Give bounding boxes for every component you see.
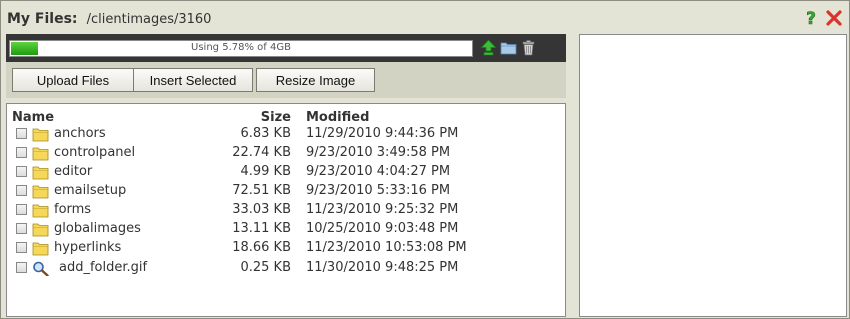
file-name[interactable]: add_folder.gif [59, 260, 147, 275]
title-label: My Files: [7, 11, 78, 27]
row-checkbox[interactable] [16, 223, 27, 234]
file-name[interactable]: controlpanel [54, 145, 135, 160]
current-path: /clientimages/3160 [86, 12, 212, 27]
file-modified: 9/23/2010 5:33:16 PM [306, 183, 451, 198]
storage-usage-text: Using 5.78% of 4GB [191, 42, 291, 53]
folder-icon [32, 203, 49, 218]
file-modified: 11/23/2010 9:25:32 PM [306, 202, 459, 217]
file-manager-window: My Files: /clientimages/3160 ? Using 5.7… [0, 0, 850, 319]
file-row[interactable]: add_folder.gif 0.25 KB 11/30/2010 9:48:25 … [7, 259, 565, 278]
row-checkbox[interactable] [16, 262, 27, 273]
file-name[interactable]: hyperlinks [54, 240, 121, 255]
column-header-modified[interactable]: Modified [306, 110, 369, 125]
row-checkbox[interactable] [16, 185, 27, 196]
file-modified: 11/30/2010 9:48:25 PM [306, 260, 459, 275]
file-row[interactable]: globalimages 13.11 KB 10/25/2010 9:03:48 P… [7, 220, 565, 239]
folder-icon [32, 165, 49, 180]
file-modified: 11/23/2010 10:53:08 PM [306, 240, 467, 255]
resize-image-button[interactable]: Resize Image [256, 68, 375, 92]
file-size: 72.51 KB [232, 183, 291, 198]
magnifier-icon [32, 261, 49, 277]
folder-icon [32, 184, 49, 199]
file-modified: 10/25/2010 9:03:48 PM [306, 221, 459, 236]
file-size: 22.74 KB [232, 145, 291, 160]
file-modified: 9/23/2010 4:04:27 PM [306, 164, 451, 179]
folder-icon [32, 146, 49, 161]
new-folder-icon[interactable] [500, 39, 517, 56]
file-size: 18.66 KB [232, 240, 291, 255]
column-header-name[interactable]: Name [12, 110, 54, 125]
svg-text:?: ? [806, 9, 816, 27]
row-checkbox[interactable] [16, 128, 27, 139]
file-name[interactable]: anchors [54, 126, 106, 141]
file-row[interactable]: hyperlinks 18.66 KB 11/23/2010 10:53:08 PM [7, 239, 565, 258]
preview-pane [579, 34, 847, 317]
file-size: 6.83 KB [240, 126, 291, 141]
row-checkbox[interactable] [16, 242, 27, 253]
file-name[interactable]: editor [54, 164, 92, 179]
row-checkbox[interactable] [16, 166, 27, 177]
column-header-size[interactable]: Size [227, 110, 291, 125]
file-row[interactable]: anchors 6.83 KB 11/29/2010 9:44:36 PM [7, 125, 565, 144]
storage-toolbar: Using 5.78% of 4GB [6, 34, 566, 62]
help-icon[interactable]: ? [802, 9, 820, 27]
file-size: 0.25 KB [240, 260, 291, 275]
file-size: 4.99 KB [240, 164, 291, 179]
file-name[interactable]: forms [54, 202, 91, 217]
upload-files-button[interactable]: Upload Files [12, 68, 134, 92]
file-size: 13.11 KB [232, 221, 291, 236]
file-size: 33.03 KB [232, 202, 291, 217]
file-name[interactable]: emailsetup [54, 183, 126, 198]
folder-icon [32, 127, 49, 142]
file-list: Name Size Modified anchors 6.83 KB 11/29/2… [6, 103, 566, 317]
close-icon[interactable] [825, 9, 843, 27]
action-button-row: Upload Files Insert Selected Resize Imag… [6, 62, 566, 98]
file-modified: 11/29/2010 9:44:36 PM [306, 126, 459, 141]
folder-icon [32, 241, 49, 256]
file-name[interactable]: globalimages [54, 221, 141, 236]
up-folder-icon[interactable] [480, 39, 497, 56]
file-row[interactable]: emailsetup 72.51 KB 9/23/2010 5:33:16 PM [7, 182, 565, 201]
row-checkbox[interactable] [16, 147, 27, 158]
file-modified: 9/23/2010 3:49:58 PM [306, 145, 451, 160]
title-bar: My Files: /clientimages/3160 [7, 8, 211, 28]
file-row[interactable]: controlpanel 22.74 KB 9/23/2010 3:49:58 PM [7, 144, 565, 163]
file-row[interactable]: forms 33.03 KB 11/23/2010 9:25:32 PM [7, 201, 565, 220]
folder-icon [32, 222, 49, 237]
row-checkbox[interactable] [16, 204, 27, 215]
insert-selected-button[interactable]: Insert Selected [133, 68, 253, 92]
file-row[interactable]: editor 4.99 KB 9/23/2010 4:04:27 PM [7, 163, 565, 182]
storage-usage-bar: Using 5.78% of 4GB [9, 40, 473, 57]
delete-icon[interactable] [520, 39, 537, 56]
